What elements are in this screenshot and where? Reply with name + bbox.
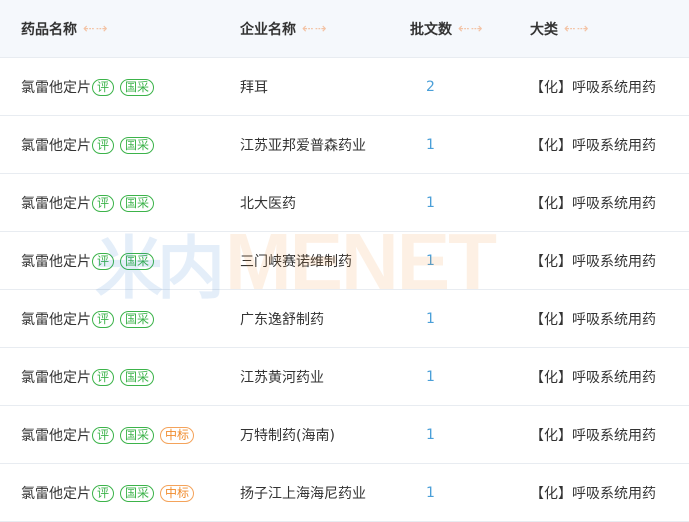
company-name[interactable]: 江苏亚邦爱普森药业 (240, 116, 366, 174)
drug-name[interactable]: 氯雷他定片 (21, 77, 91, 97)
table-row[interactable]: 氯雷他定片评国采 拜耳 2 【化】呼吸系统用药 (0, 58, 689, 116)
column-header-label: 大类 (530, 22, 558, 38)
evaluation-tag: 评 (92, 484, 115, 502)
national-procurement-tag: 国采 (120, 426, 155, 444)
company-name[interactable]: 北大医药 (240, 174, 296, 232)
table-header: 药品名称 ⇠⇢ 企业名称 ⇠⇢ 批文数 ⇠⇢ 大类 ⇠⇢ (0, 0, 689, 58)
drug-name[interactable]: 氯雷他定片 (21, 135, 91, 155)
approval-count-link[interactable]: 1 (426, 464, 435, 522)
bid-won-tag: 中标 (160, 426, 195, 444)
evaluation-tag: 评 (92, 252, 115, 270)
evaluation-tag: 评 (92, 426, 115, 444)
category-cell: 【化】呼吸系统用药 (530, 428, 656, 444)
drug-name[interactable]: 氯雷他定片 (21, 425, 91, 445)
category-cell: 【化】呼吸系统用药 (530, 254, 656, 270)
drug-name[interactable]: 氯雷他定片 (21, 193, 91, 213)
evaluation-tag: 评 (92, 136, 115, 154)
approval-count-link[interactable]: 1 (426, 174, 435, 232)
column-header-label: 药品名称 (21, 22, 77, 38)
category-cell: 【化】呼吸系统用药 (530, 138, 656, 154)
table-row[interactable]: 氯雷他定片评国采 中标 扬子江上海海尼药业 1 【化】呼吸系统用药 (0, 464, 689, 522)
column-header-company-name[interactable]: 企业名称 ⇠⇢ (240, 0, 327, 58)
category-cell: 【化】呼吸系统用药 (530, 312, 656, 328)
evaluation-tag: 评 (92, 310, 115, 328)
table-row[interactable]: 氯雷他定片评国采 北大医药 1 【化】呼吸系统用药 (0, 174, 689, 232)
national-procurement-tag: 国采 (120, 78, 155, 96)
company-name[interactable]: 广东逸舒制药 (240, 290, 324, 348)
evaluation-tag: 评 (92, 194, 115, 212)
drug-name[interactable]: 氯雷他定片 (21, 367, 91, 387)
drug-name-cell: 氯雷他定片评国采 (21, 290, 155, 348)
table-row[interactable]: 氯雷他定片评国采 江苏黄河药业 1 【化】呼吸系统用药 (0, 348, 689, 406)
company-name[interactable]: 扬子江上海海尼药业 (240, 464, 366, 522)
column-header-category[interactable]: 大类 ⇠⇢ (530, 0, 589, 58)
evaluation-tag: 评 (92, 368, 115, 386)
drug-name[interactable]: 氯雷他定片 (21, 251, 91, 271)
approval-count-link[interactable]: 1 (426, 116, 435, 174)
drug-name[interactable]: 氯雷他定片 (21, 309, 91, 329)
table-row[interactable]: 氯雷他定片评国采 广东逸舒制药 1 【化】呼吸系统用药 (0, 290, 689, 348)
sort-arrows-icon[interactable]: ⇠⇢ (564, 21, 589, 37)
approval-count-link[interactable]: 2 (426, 58, 435, 116)
approval-count-link[interactable]: 1 (426, 232, 435, 290)
drug-name-cell: 氯雷他定片评国采 (21, 58, 155, 116)
category-cell: 【化】呼吸系统用药 (530, 370, 656, 386)
national-procurement-tag: 国采 (120, 252, 155, 270)
approval-count-link[interactable]: 1 (426, 348, 435, 406)
national-procurement-tag: 国采 (120, 194, 155, 212)
drug-name-cell: 氯雷他定片评国采 中标 (21, 406, 195, 464)
column-header-drug-name[interactable]: 药品名称 ⇠⇢ (21, 0, 108, 58)
national-procurement-tag: 国采 (120, 484, 155, 502)
company-name[interactable]: 三门峡赛诺维制药 (240, 232, 352, 290)
approval-count-link[interactable]: 1 (426, 290, 435, 348)
table-body: 氯雷他定片评国采 拜耳 2 【化】呼吸系统用药 氯雷他定片评国采 江苏亚邦爱普森药业 1 【化… (0, 58, 689, 522)
table-row[interactable]: 氯雷他定片评国采 江苏亚邦爱普森药业 1 【化】呼吸系统用药 (0, 116, 689, 174)
column-header-label: 批文数 (410, 22, 452, 38)
drug-name-cell: 氯雷他定片评国采 (21, 174, 155, 232)
company-name[interactable]: 江苏黄河药业 (240, 348, 324, 406)
drug-approval-table: 药品名称 ⇠⇢ 企业名称 ⇠⇢ 批文数 ⇠⇢ 大类 ⇠⇢ 氯雷他定片评国采 拜耳 2… (0, 0, 689, 522)
column-header-approval-count[interactable]: 批文数 ⇠⇢ (410, 0, 483, 58)
category-cell: 【化】呼吸系统用药 (530, 80, 656, 96)
national-procurement-tag: 国采 (120, 310, 155, 328)
evaluation-tag: 评 (92, 78, 115, 96)
sort-arrows-icon[interactable]: ⇠⇢ (83, 21, 108, 37)
company-name[interactable]: 万特制药(海南) (240, 406, 335, 464)
approval-count-link[interactable]: 1 (426, 406, 435, 464)
bid-won-tag: 中标 (160, 484, 195, 502)
drug-name-cell: 氯雷他定片评国采 (21, 348, 155, 406)
category-cell: 【化】呼吸系统用药 (530, 486, 656, 502)
drug-name-cell: 氯雷他定片评国采 中标 (21, 464, 195, 522)
table-row[interactable]: 氯雷他定片评国采 三门峡赛诺维制药 1 【化】呼吸系统用药 (0, 232, 689, 290)
category-cell: 【化】呼吸系统用药 (530, 196, 656, 212)
table-row[interactable]: 氯雷他定片评国采 中标 万特制药(海南) 1 【化】呼吸系统用药 (0, 406, 689, 464)
national-procurement-tag: 国采 (120, 368, 155, 386)
sort-arrows-icon[interactable]: ⇠⇢ (302, 21, 327, 37)
national-procurement-tag: 国采 (120, 136, 155, 154)
drug-name-cell: 氯雷他定片评国采 (21, 232, 155, 290)
drug-name[interactable]: 氯雷他定片 (21, 483, 91, 503)
sort-arrows-icon[interactable]: ⇠⇢ (458, 21, 483, 37)
drug-name-cell: 氯雷他定片评国采 (21, 116, 155, 174)
company-name[interactable]: 拜耳 (240, 58, 268, 116)
column-header-label: 企业名称 (240, 22, 296, 38)
